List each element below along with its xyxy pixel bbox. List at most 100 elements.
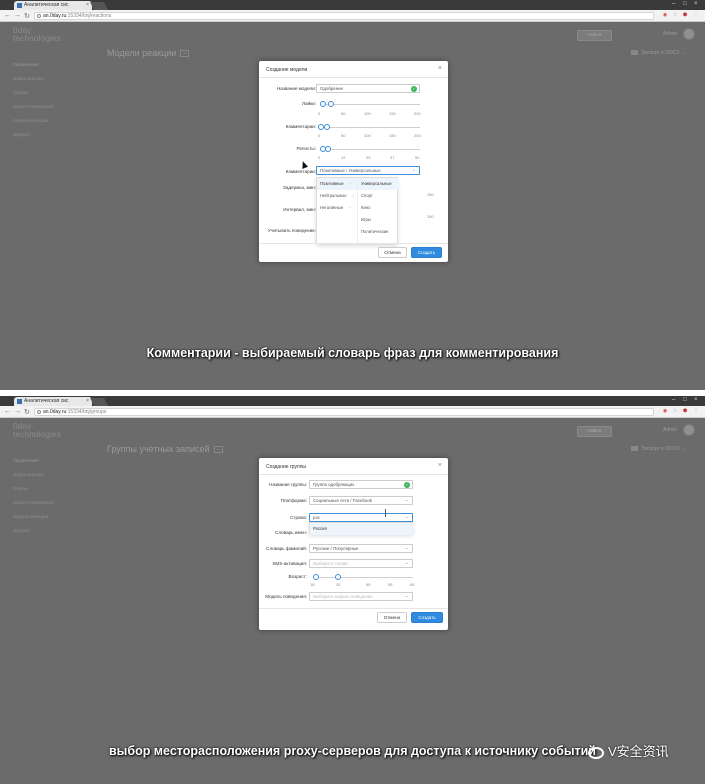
check-icon: ✓ xyxy=(411,86,417,92)
option-neutral[interactable]: Нейтральные › xyxy=(317,190,357,202)
extension-icon[interactable]: ◉ xyxy=(662,12,668,18)
admin-label[interactable]: Admin xyxy=(663,427,677,433)
bookmark-star-icon[interactable]: ☆ xyxy=(672,408,678,414)
likes-tick: 50 xyxy=(341,111,346,116)
sidebar-item-infopovody[interactable]: Инфолиоводы xyxy=(13,468,93,482)
surnames-dict-select[interactable]: Русские / Популярные ⌄ xyxy=(309,544,413,553)
age-slider-max-knob[interactable] xyxy=(335,574,341,580)
likes-tick: 100 xyxy=(364,111,371,116)
maximize-icon[interactable]: □ xyxy=(683,1,687,7)
create-group-dialog: Создание группы × Название группы: Групп… xyxy=(259,458,448,630)
back-icon[interactable]: ← xyxy=(4,408,11,415)
info-icon xyxy=(37,410,41,414)
tab-close-icon[interactable]: × xyxy=(86,397,89,406)
reposts-slider-max-knob[interactable] xyxy=(325,146,331,152)
address-bar: ← → ↻ an.0day.ru:15334/bnj/groups ◉ ☆ ⬢ … xyxy=(0,406,705,418)
likes-slider-min-knob[interactable] xyxy=(320,101,326,107)
sidebar-item-behavior-models[interactable]: Модели поведения xyxy=(13,496,93,510)
option-politics[interactable]: Политические xyxy=(358,226,399,238)
sidebar-item-groups[interactable]: Группы xyxy=(13,482,93,496)
option-russia[interactable]: Россия xyxy=(310,523,414,535)
comments-slider-track[interactable] xyxy=(320,127,420,128)
country-options: Россия xyxy=(310,523,414,535)
option-cinema[interactable]: Кино xyxy=(358,202,399,214)
likes-slider-max-knob[interactable] xyxy=(328,101,334,107)
menu-icon[interactable]: ⋮ xyxy=(693,12,699,18)
new-tab-button[interactable] xyxy=(90,2,108,10)
reposts-slider-track[interactable] xyxy=(320,149,420,150)
new-tab-button[interactable] xyxy=(90,398,108,406)
age-slider-min-knob[interactable] xyxy=(313,574,319,580)
platform-select[interactable]: Социальные сети / Facebook ⌄ xyxy=(309,496,413,505)
tab-close-icon[interactable]: × xyxy=(86,1,89,10)
sidebar-item-reaction-models[interactable]: Модели реакции xyxy=(13,510,93,524)
model-name-input[interactable]: Одобрение ✓ xyxy=(316,84,420,93)
sidebar-item-journal[interactable]: Журнал xyxy=(13,128,93,142)
group-name-input[interactable]: Группа одобряющих ✓ xyxy=(309,480,413,489)
find-button[interactable]: Найти xyxy=(577,426,612,437)
option-negative[interactable]: Негативные › xyxy=(317,202,357,214)
forward-icon[interactable]: → xyxy=(14,12,21,19)
reload-icon[interactable]: ↻ xyxy=(24,12,30,20)
close-window-icon[interactable]: × xyxy=(694,397,698,403)
bookmark-star-icon[interactable]: ☆ xyxy=(672,12,678,18)
shield-icon[interactable]: ⬢ xyxy=(682,408,688,414)
sidebar-item-infopovody[interactable]: Инфолиоводы xyxy=(13,72,93,86)
option-universal[interactable]: Универсальные xyxy=(358,178,399,190)
sidebar-item-management[interactable]: Управление xyxy=(13,454,93,468)
url-input[interactable]: an.0day.ru:15334/bnj/reactions xyxy=(34,12,654,20)
reposts-tick: 25 xyxy=(366,155,371,160)
close-icon[interactable]: × xyxy=(438,462,442,469)
menu-icon[interactable]: ⋮ xyxy=(693,408,699,414)
sidebar-item-reaction-models[interactable]: Модели реакции xyxy=(13,114,93,128)
export-docx-button[interactable]: Экспорт в DOCX ⌄ xyxy=(631,446,685,452)
cancel-button[interactable]: Отмена xyxy=(377,612,407,623)
reposts-tick: 50 xyxy=(415,155,420,160)
admin-label[interactable]: Admin xyxy=(663,31,677,37)
avatar[interactable] xyxy=(683,424,695,436)
sidebar-item-groups[interactable]: Группы xyxy=(13,86,93,100)
close-icon[interactable]: × xyxy=(438,65,442,72)
extension-icon[interactable]: ◉ xyxy=(662,408,668,414)
create-button[interactable]: Создать xyxy=(411,247,442,258)
comments-slider-max-knob[interactable] xyxy=(324,124,330,130)
page-favicon-icon xyxy=(17,3,22,8)
sidebar-item-management[interactable]: Управление xyxy=(13,58,93,72)
option-sport[interactable]: Спорт xyxy=(358,190,399,202)
browser-tab[interactable]: Аналитическая сис × xyxy=(14,397,92,406)
video-frame-1: Аналитическая сис × – □ × ← → ↻ an.0day.r… xyxy=(0,0,705,390)
maximize-icon[interactable]: □ xyxy=(683,397,687,403)
shield-icon[interactable]: ⬢ xyxy=(682,12,688,18)
country-input[interactable]: рос ⌄ xyxy=(309,513,413,522)
minimize-icon[interactable]: – xyxy=(672,1,675,7)
sidebar: Управление Инфолиоводы Группы Модели пов… xyxy=(13,58,93,142)
option-games[interactable]: Игры xyxy=(358,214,399,226)
likes-tick: 0 xyxy=(318,111,321,116)
avatar[interactable] xyxy=(683,28,695,40)
back-icon[interactable]: ← xyxy=(4,12,11,19)
delay-tick: 150 xyxy=(427,192,434,197)
export-docx-button[interactable]: Экспорт в DOCX ⌄ xyxy=(631,50,685,56)
minimize-icon[interactable]: – xyxy=(672,397,675,403)
forward-icon[interactable]: → xyxy=(14,408,21,415)
chevron-down-icon[interactable]: ⌄ xyxy=(180,50,190,58)
likes-slider-track[interactable] xyxy=(320,104,420,105)
cancel-button[interactable]: Отмена xyxy=(378,247,407,258)
sms-activation-select[interactable]: Выберите сервис ⌄ xyxy=(309,559,413,568)
reload-icon[interactable]: ↻ xyxy=(24,408,30,416)
age-tick: 45 xyxy=(366,582,371,587)
logo: 0day technologies xyxy=(13,421,61,439)
find-button[interactable]: Найти xyxy=(577,30,612,41)
chevron-down-icon[interactable]: ⌄ xyxy=(213,446,223,454)
close-window-icon[interactable]: × xyxy=(694,1,698,7)
comments-dict-select[interactable]: Позитивные / Универсальные ⌄ xyxy=(316,166,420,175)
sidebar-item-behavior-models[interactable]: Модели поведения xyxy=(13,100,93,114)
browser-tab[interactable]: Аналитическая сис × xyxy=(14,1,92,10)
create-button[interactable]: Создать xyxy=(411,612,443,623)
url-input[interactable]: an.0day.ru:15334/bnj/groups xyxy=(34,408,654,416)
behavior-model-select[interactable]: Выберите модель поведения ⌄ xyxy=(309,592,413,601)
sidebar-item-journal[interactable]: Журнал xyxy=(13,524,93,538)
reposts-tick: 0 xyxy=(318,155,321,160)
age-slider-track[interactable] xyxy=(313,577,413,578)
option-positive[interactable]: Позитивные › xyxy=(317,178,357,190)
